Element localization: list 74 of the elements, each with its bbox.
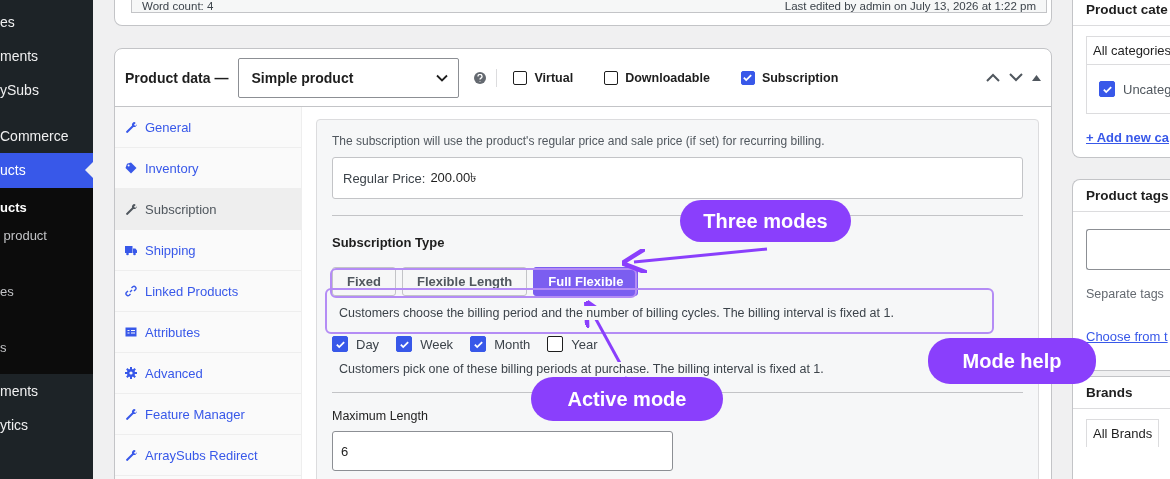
- menu-item[interactable]: ments: [0, 39, 93, 73]
- panel-title: Product data —: [125, 69, 229, 86]
- submenu-item[interactable]: es: [0, 280, 93, 308]
- checkbox[interactable]: [470, 336, 487, 352]
- option-label: Downloadable: [625, 70, 710, 85]
- checkmark-icon: [1101, 83, 1113, 95]
- card-title: Product tags: [1073, 180, 1170, 212]
- checkmark-icon: [334, 338, 346, 350]
- add-category-link[interactable]: + Add new ca: [1086, 130, 1169, 145]
- checkbox[interactable]: [513, 70, 528, 85]
- product-type-select[interactable]: Simple product: [238, 57, 460, 98]
- menu-item[interactable]: es: [0, 5, 93, 39]
- help-text: Customers pick one of these billing periods at purchase. The billing interval is fixed at 1.: [339, 362, 824, 376]
- link-icon: [125, 285, 137, 297]
- panel-tab[interactable]: Advanced: [115, 353, 301, 394]
- panel-tab[interactable]: General: [115, 107, 301, 148]
- menu-item[interactable]: ucts: [0, 153, 93, 188]
- period-label: Week: [420, 336, 454, 352]
- wrench-icon: [125, 408, 137, 420]
- note-text: The subscription will use the product's regular price and sale price (if set) for recurring billing.: [332, 134, 826, 148]
- list-card-icon: [125, 326, 137, 338]
- menu-item[interactable]: ments: [0, 374, 93, 408]
- move-up-icon[interactable]: [986, 73, 1000, 82]
- card-title: Product cate: [1073, 0, 1170, 26]
- word-count: Word count: 4: [142, 0, 214, 12]
- wrench-icon: [125, 203, 137, 215]
- period-label: Year: [571, 336, 598, 352]
- checkbox[interactable]: [396, 336, 413, 352]
- help-icon[interactable]: [474, 71, 487, 84]
- callout-label: Active mode: [531, 377, 723, 421]
- move-down-icon[interactable]: [1009, 73, 1023, 82]
- submenu-item[interactable]: s: [0, 336, 93, 364]
- max-length-input[interactable]: 6: [332, 431, 673, 471]
- help-text: Customers choose the billing period and the number of billing cycles. The billing interval is fixed at 1.: [339, 306, 894, 320]
- panel-tab[interactable]: Feature Manager: [115, 394, 301, 435]
- checkbox[interactable]: [547, 336, 564, 352]
- last-edited-text: Last edited by admin on July 13, 2026 at 1:22 pm: [784, 0, 1036, 12]
- tag-icon: [125, 162, 137, 174]
- period-label: Day: [356, 336, 380, 352]
- checkmark-icon: [742, 72, 754, 83]
- checkmark-icon: [472, 338, 484, 350]
- category-tab[interactable]: All categories: [1086, 36, 1170, 64]
- price-label: Regular Price:: [343, 170, 426, 186]
- gear-icon: [125, 367, 137, 379]
- panel-tab[interactable]: Attributes: [115, 312, 301, 353]
- option-label: Virtual: [534, 70, 574, 85]
- panel-tab[interactable]: Shipping: [115, 230, 301, 271]
- menu-item[interactable]: Commerce: [0, 119, 93, 153]
- wrench-icon: [125, 121, 137, 133]
- checkmark-icon: [398, 338, 410, 350]
- panel-tab[interactable]: Linked Products: [115, 271, 301, 312]
- checkbox[interactable]: [332, 336, 348, 352]
- panel-tab[interactable]: ArraySubs Redirect: [115, 435, 301, 476]
- truck-icon: [125, 244, 137, 256]
- checkbox[interactable]: [740, 70, 755, 85]
- wrench-icon: [125, 449, 137, 461]
- help-text: Separate tags: [1086, 287, 1165, 301]
- checkbox[interactable]: [604, 70, 619, 85]
- section-label: Subscription Type: [332, 235, 446, 250]
- option-label: Subscription: [761, 70, 839, 85]
- brand-tab[interactable]: All Brands: [1086, 419, 1160, 447]
- period-label: Month: [494, 336, 531, 352]
- menu-item[interactable]: ytics: [0, 408, 93, 442]
- category-label: Uncateg: [1123, 81, 1170, 97]
- chevron-down-icon: [436, 73, 449, 82]
- submenu-item[interactable]: product: [0, 224, 93, 252]
- menu-item[interactable]: ySubs: [0, 73, 93, 107]
- field-label: Maximum Length: [332, 409, 429, 423]
- checkbox[interactable]: [1099, 81, 1115, 97]
- submenu-item[interactable]: ucts: [0, 196, 93, 224]
- panel-tab[interactable]: Subscription: [115, 189, 301, 230]
- callout-label: Three modes: [680, 200, 851, 242]
- collapse-icon[interactable]: [1032, 74, 1041, 81]
- price-value: 200.00৳: [430, 168, 477, 187]
